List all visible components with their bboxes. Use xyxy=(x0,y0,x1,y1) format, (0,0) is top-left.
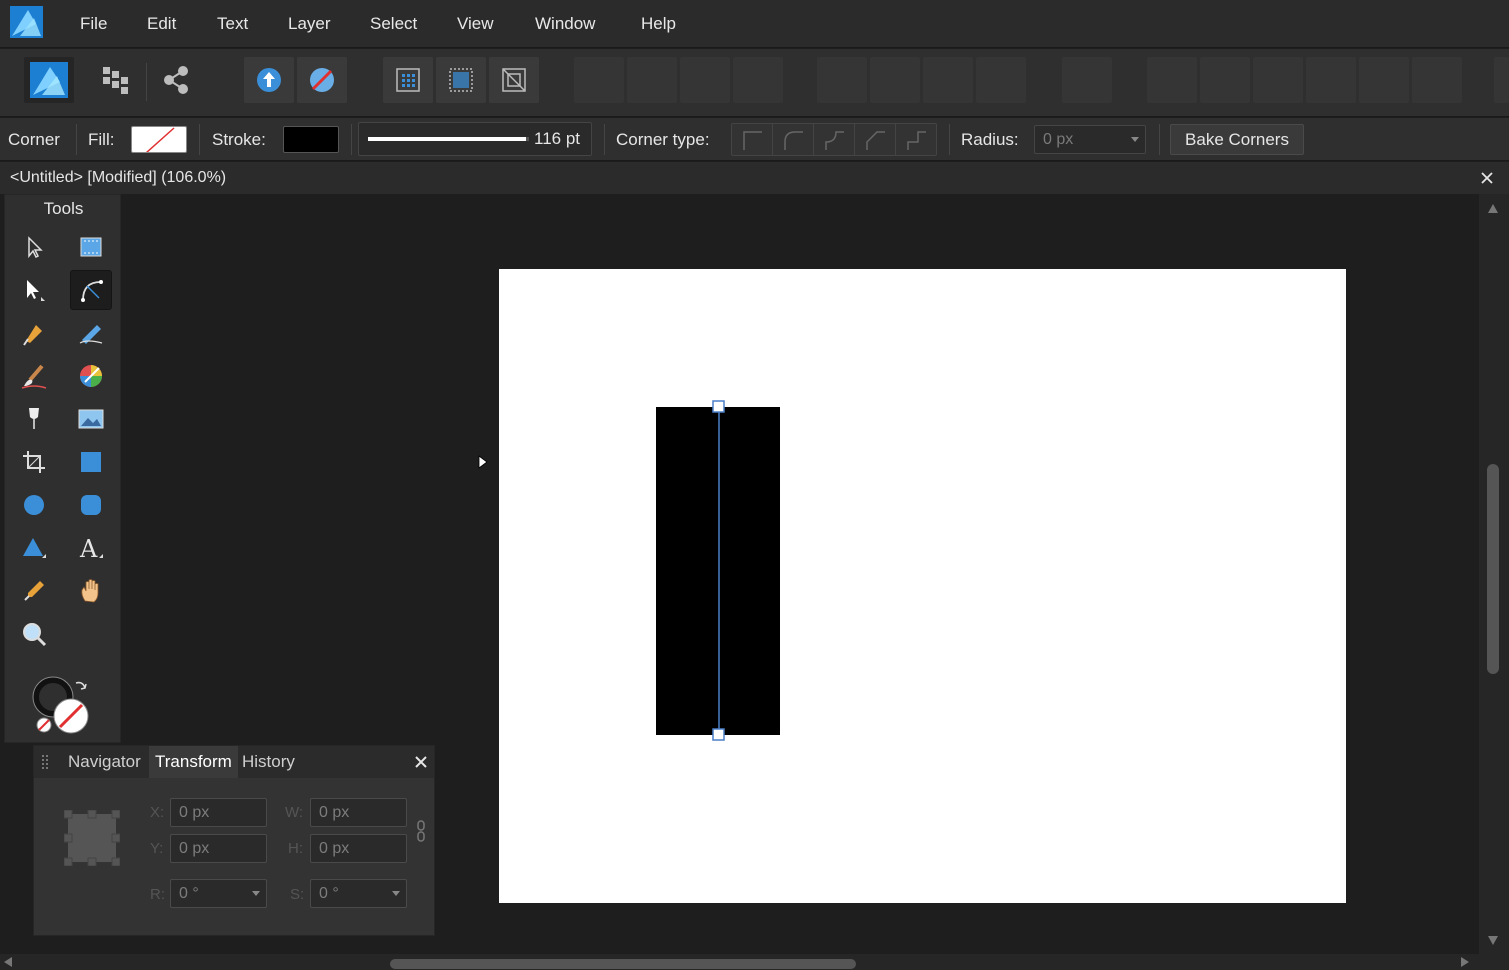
close-icon[interactable] xyxy=(1478,169,1496,187)
path-node-top[interactable] xyxy=(712,400,725,413)
mouse-cursor-icon xyxy=(478,455,488,469)
link-aspect-icon[interactable] xyxy=(416,820,426,842)
grip-icon[interactable] xyxy=(42,755,48,769)
y-label: Y: xyxy=(150,840,164,857)
scroll-right-icon[interactable] xyxy=(1461,957,1469,967)
corner-tool-icon[interactable] xyxy=(70,270,112,310)
tools-panel: Tools A xyxy=(4,194,121,743)
rectangle-shape[interactable] xyxy=(656,407,780,735)
scroll-down-icon[interactable] xyxy=(1488,936,1498,945)
move-tool-icon[interactable] xyxy=(13,227,55,267)
shear-dropdown[interactable]: 0 ° xyxy=(310,879,407,908)
w-input[interactable]: 0 px xyxy=(310,798,407,827)
scroll-left-icon[interactable] xyxy=(4,957,12,967)
pen-tool-icon[interactable] xyxy=(13,313,55,353)
path-node-bottom[interactable] xyxy=(712,728,725,741)
h-input[interactable]: 0 px xyxy=(310,834,407,863)
panel-tabs: Navigator Transform History xyxy=(34,746,434,778)
close-icon[interactable] xyxy=(413,754,429,770)
scroll-up-icon[interactable] xyxy=(1488,204,1498,213)
fill-tool-icon[interactable] xyxy=(70,356,112,396)
horizontal-scroll-thumb[interactable] xyxy=(390,959,856,969)
rectangle-tool-icon[interactable] xyxy=(70,442,112,482)
tools-panel-title: Tools xyxy=(43,199,84,218)
place-image-tool-icon[interactable] xyxy=(70,399,112,439)
tab-navigator[interactable]: Navigator xyxy=(62,746,147,778)
shear-value: 0 ° xyxy=(319,885,339,902)
triangle-tool-icon[interactable] xyxy=(13,528,55,568)
r-label: R: xyxy=(150,886,165,903)
vertical-scrollbar[interactable] xyxy=(1479,194,1509,954)
vertical-scroll-thumb[interactable] xyxy=(1487,464,1499,674)
chevron-down-icon xyxy=(392,891,400,896)
x-input[interactable]: 0 px xyxy=(170,798,267,827)
artboard-tool-icon[interactable] xyxy=(70,227,112,267)
color-picker-tool-icon[interactable] xyxy=(13,571,55,611)
w-label: W: xyxy=(285,804,304,821)
zoom-tool-icon[interactable] xyxy=(13,614,55,654)
crop-tool-icon[interactable] xyxy=(13,442,55,482)
pencil-tool-icon[interactable] xyxy=(70,313,112,353)
y-input[interactable]: 0 px xyxy=(170,834,267,863)
toolbar-overflow-icon[interactable] xyxy=(1494,57,1509,103)
tab-transform[interactable]: Transform xyxy=(149,746,238,778)
ellipse-tool-icon[interactable] xyxy=(13,485,55,525)
node-tool-icon[interactable] xyxy=(13,270,55,310)
rotation-dropdown[interactable]: 0 ° xyxy=(170,879,267,908)
chevron-down-icon xyxy=(252,891,260,896)
rounded-rectangle-tool-icon[interactable] xyxy=(70,485,112,525)
transparency-tool-icon[interactable] xyxy=(13,399,55,439)
tab-history[interactable]: History xyxy=(236,746,301,778)
horizontal-scrollbar[interactable] xyxy=(0,954,1509,970)
color-swatches[interactable] xyxy=(31,673,97,739)
view-tool-icon[interactable] xyxy=(70,571,112,611)
vector-brush-tool-icon[interactable] xyxy=(13,356,55,396)
svg-text:A: A xyxy=(79,535,98,562)
artistic-text-tool-icon[interactable]: A xyxy=(70,528,112,568)
anchor-selector-icon[interactable] xyxy=(63,809,121,867)
transform-panel: Navigator Transform History X: 0 px W: 0… xyxy=(33,745,435,936)
rotation-value: 0 ° xyxy=(179,885,199,902)
h-label: H: xyxy=(288,840,303,857)
x-label: X: xyxy=(150,804,165,821)
s-label: S: xyxy=(290,886,305,903)
